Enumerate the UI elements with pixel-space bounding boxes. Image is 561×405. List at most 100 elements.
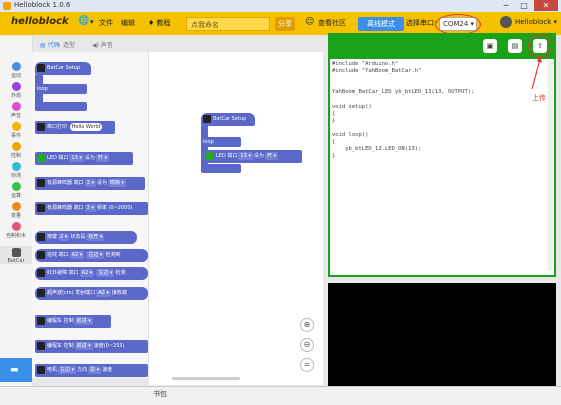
block-loop[interactable]: loop bbox=[35, 84, 87, 94]
block-serial-print[interactable]: 串口打印 Hello World bbox=[35, 121, 115, 134]
workspace-batcar-setup[interactable]: BatCar Setup bbox=[201, 113, 255, 126]
workspace-led-block[interactable]: LED 端口 13 ▾ 设为开 ▾ bbox=[204, 150, 302, 163]
block-label: 检测到 bbox=[105, 252, 121, 258]
category-control[interactable]: 控制 bbox=[0, 142, 32, 159]
control-dot-icon bbox=[11, 142, 21, 151]
block-motor[interactable]: 电机 左边 ▾ 方向前 ▾ 速度 bbox=[35, 364, 148, 377]
block-led[interactable]: LED 端口 13 ▾ 设为开 ▾ bbox=[35, 152, 133, 165]
app-logo: helloblock bbox=[11, 16, 69, 27]
category-events[interactable]: 事件 bbox=[0, 122, 32, 139]
maximize-button[interactable]: □ bbox=[515, 0, 533, 11]
board-icon[interactable]: ▣ bbox=[483, 39, 497, 53]
block-buzzer-set[interactable]: 有源蜂鸣器 端口 3 ▾ 设为 鸣响 ▾ bbox=[35, 177, 145, 190]
category-motion[interactable]: 运动 bbox=[0, 62, 32, 79]
led-state-dropdown[interactable]: 开 ▾ bbox=[264, 152, 279, 160]
sound-dot-icon bbox=[11, 102, 21, 111]
tab-costumes-label: 造型 bbox=[62, 42, 75, 49]
buzzer-port-dropdown[interactable]: 3 ▾ bbox=[84, 179, 96, 187]
block-label: 编程车 控制 bbox=[47, 318, 74, 324]
tutorial-menu[interactable]: ♦ 教程 bbox=[148, 18, 171, 28]
category-operators[interactable]: 运算 bbox=[0, 182, 32, 199]
ir-icon bbox=[37, 268, 45, 277]
category-looks[interactable]: 外观 bbox=[0, 82, 32, 99]
block-label: 检测 bbox=[115, 270, 126, 276]
led-port-dropdown[interactable]: 13 ▾ bbox=[69, 154, 84, 162]
sensing-dot-icon bbox=[11, 162, 21, 171]
button-port-dropdown[interactable]: 2 ▾ bbox=[58, 233, 70, 241]
zoom-in-icon[interactable]: ⊕ bbox=[300, 318, 314, 332]
block-car-control[interactable]: 编程车 控制 前进 ▾ bbox=[35, 315, 111, 328]
block-label: 接收端 bbox=[111, 290, 127, 296]
category-batcar[interactable]: BatCar bbox=[0, 246, 32, 264]
code-scrollbar[interactable] bbox=[548, 61, 553, 271]
tab-costumes[interactable]: ✎ 造型 bbox=[56, 40, 75, 52]
led-port-dropdown[interactable]: 13 ▾ bbox=[238, 152, 253, 160]
motor-icon bbox=[37, 365, 45, 374]
ir-side-dropdown[interactable]: 左边 ▾ bbox=[96, 269, 115, 277]
workspace-loop[interactable]: loop bbox=[201, 137, 241, 147]
block-label: 设为 bbox=[96, 180, 107, 186]
share-button[interactable]: 分享 bbox=[275, 17, 295, 31]
window-title: Helloblock 1.0.6 bbox=[14, 1, 71, 9]
category-sensing[interactable]: 侦测 bbox=[0, 162, 32, 179]
workspace-scrollbar[interactable] bbox=[172, 377, 240, 380]
project-name-input[interactable]: 点我命名 bbox=[186, 17, 270, 31]
offline-mode-button[interactable]: 离线模式 bbox=[358, 17, 404, 31]
block-tracking[interactable]: 巡线 端口 A2 ▾ 左边 ▾ 检测到 bbox=[35, 249, 148, 262]
code-workspace[interactable] bbox=[148, 52, 323, 385]
block-label: BatCar Setup bbox=[47, 65, 81, 71]
language-dropdown-icon[interactable]: ▾ bbox=[90, 18, 94, 26]
block-label: 电机 bbox=[47, 367, 58, 373]
batcar-icon bbox=[37, 122, 45, 131]
community-icon[interactable]: ☺ bbox=[305, 17, 314, 27]
block-car-speed[interactable]: 编程车 控制 前进 ▾ 速度(0~255) bbox=[35, 340, 148, 353]
buzzer-port-dropdown[interactable]: 3 ▾ bbox=[84, 204, 96, 212]
motor-direction-dropdown[interactable]: 前 ▾ bbox=[88, 366, 102, 374]
block-buzzer-freq[interactable]: 有源蜂鸣器 端口 3 ▾ 频率 (0~2000) bbox=[35, 202, 148, 215]
code-text[interactable]: #include "Arduino.h" #include "YahBoom_B… bbox=[332, 61, 474, 160]
zoom-out-icon[interactable]: ⊖ bbox=[300, 338, 314, 352]
file-menu[interactable]: 文件 bbox=[99, 18, 113, 28]
zoom-reset-icon[interactable]: = bbox=[300, 358, 314, 372]
category-variables[interactable]: 变量 bbox=[0, 202, 32, 219]
category-label: 运算 bbox=[10, 193, 21, 199]
tracking-port-dropdown[interactable]: A2 ▾ bbox=[69, 251, 85, 259]
ultrasonic-port-dropdown[interactable]: A0 ▾ bbox=[96, 289, 111, 297]
backpack-label[interactable]: 书包 bbox=[0, 389, 320, 399]
car-direction-dropdown[interactable]: 前进 ▾ bbox=[74, 317, 93, 325]
user-menu[interactable]: Helloblock ▾ bbox=[515, 18, 557, 26]
tracking-side-dropdown[interactable]: 左边 ▾ bbox=[86, 251, 105, 259]
motor-side-dropdown[interactable]: 左边 ▾ bbox=[58, 366, 77, 374]
button-value-dropdown[interactable]: 松开 ▾ bbox=[86, 233, 105, 241]
buzzer-state-dropdown[interactable]: 鸣响 ▾ bbox=[107, 179, 127, 187]
block-label: 速度 bbox=[102, 367, 113, 373]
block-label: LED 端口 bbox=[216, 153, 238, 159]
extension-button[interactable]: ▬ bbox=[0, 358, 32, 382]
minimize-button[interactable]: ─ bbox=[497, 0, 515, 11]
globe-icon[interactable]: 🌐 bbox=[78, 16, 89, 26]
block-ultrasonic[interactable]: 超声波(cm) 发射端口 A0 ▾ 接收端 bbox=[35, 287, 148, 300]
save-code-icon[interactable]: ▤ bbox=[508, 39, 522, 53]
category-sound[interactable]: 声音 bbox=[0, 102, 32, 119]
car-icon bbox=[37, 341, 45, 350]
tab-sounds[interactable]: ◀) 声音 bbox=[92, 40, 113, 52]
close-button[interactable]: ✕ bbox=[534, 0, 558, 11]
category-label: 事件 bbox=[10, 133, 21, 139]
block-label: 设为 bbox=[253, 153, 264, 159]
led-state-dropdown[interactable]: 开 ▾ bbox=[95, 154, 110, 162]
block-label: 状态是 bbox=[70, 234, 86, 240]
category-my-blocks[interactable]: 自制积木 bbox=[0, 222, 32, 239]
events-dot-icon bbox=[11, 122, 21, 131]
serial-print-input[interactable]: Hello World bbox=[69, 123, 103, 131]
community-link[interactable]: 查看社区 bbox=[318, 18, 346, 28]
block-ir-avoid[interactable]: 红外避障 端口 A2 ▾ 左边 ▾ 检测 bbox=[35, 267, 148, 280]
ir-port-dropdown[interactable]: A2 ▾ bbox=[79, 269, 95, 277]
avatar[interactable] bbox=[500, 16, 512, 28]
block-batcar-setup[interactable]: BatCar Setup bbox=[35, 62, 91, 75]
serial-console[interactable] bbox=[328, 283, 556, 386]
edit-menu[interactable]: 编辑 bbox=[121, 18, 135, 28]
car-speed-direction-dropdown[interactable]: 前进 ▾ bbox=[74, 342, 93, 350]
block-label: BatCar Setup bbox=[213, 116, 247, 122]
category-label: 侦测 bbox=[10, 173, 21, 179]
block-button[interactable]: 按键 2 ▾ 状态是 松开 ▾ bbox=[35, 231, 137, 244]
